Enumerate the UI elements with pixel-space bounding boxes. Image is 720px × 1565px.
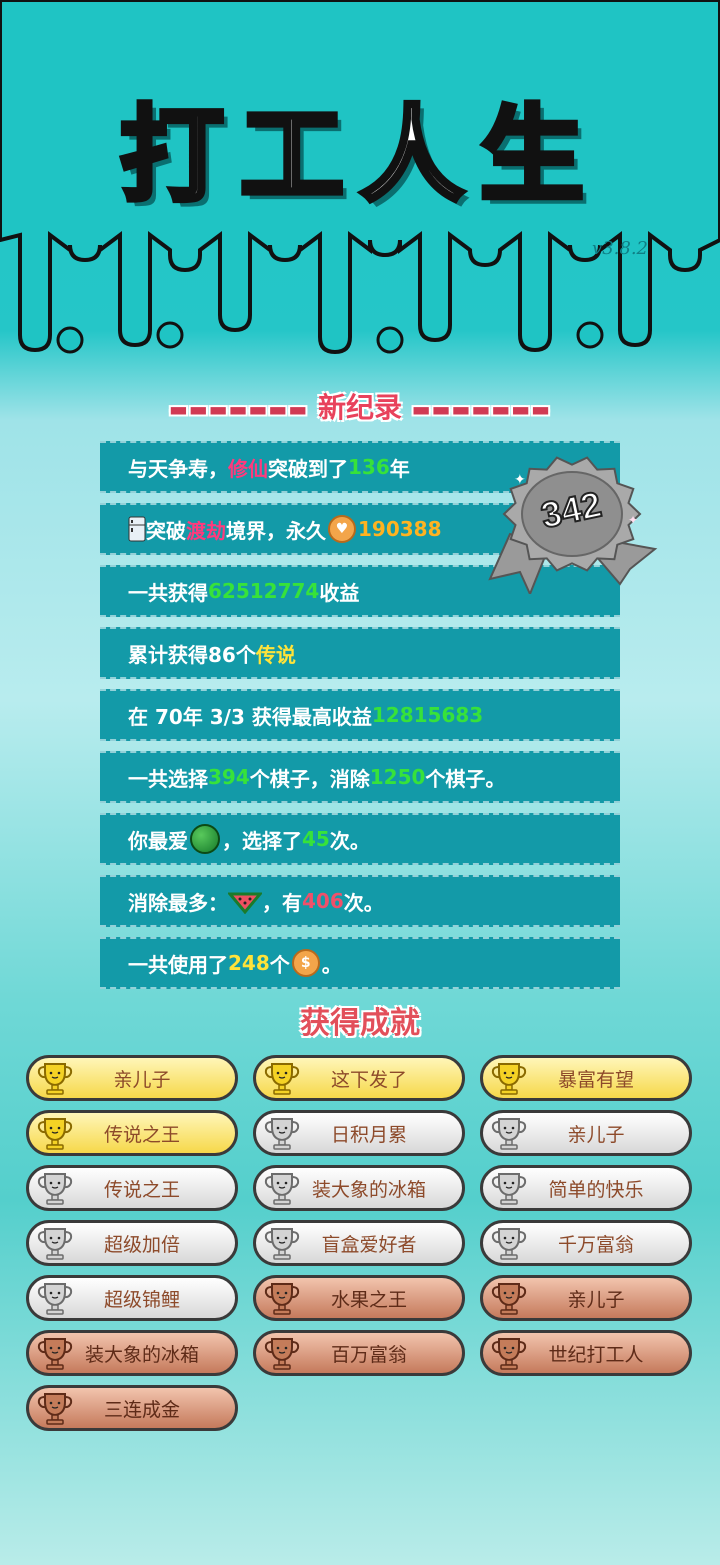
new-record-title: 新纪录 <box>317 391 402 424</box>
trophy-icon <box>264 1283 300 1315</box>
version-label: v3.8.2 <box>592 238 648 259</box>
trophy-icon <box>264 1228 300 1260</box>
achievement-label: 世纪打工人 <box>548 1343 644 1366</box>
achievement-label: 这下发了 <box>330 1068 407 1091</box>
achievement-label: 三连成金 <box>103 1398 180 1421</box>
trophy-icon <box>37 1173 73 1205</box>
trophy-icon <box>491 1063 527 1095</box>
trophy-icon <box>37 1118 73 1150</box>
trophy-icon <box>491 1118 527 1150</box>
achievement-item[interactable]: 三连成金 <box>26 1385 238 1431</box>
achievement-label: 亲儿子 <box>113 1068 171 1091</box>
drip-dot <box>156 321 184 349</box>
trophy-icon <box>264 1118 300 1150</box>
fridge-icon <box>128 516 146 542</box>
svg-text:✦: ✦ <box>628 513 638 527</box>
achievement-item[interactable]: 百万富翁 <box>253 1330 465 1376</box>
svg-text:✦: ✦ <box>514 472 526 488</box>
achievement-label: 亲儿子 <box>567 1123 625 1146</box>
ribbon-badge-icon: 342 ✦ ✦ <box>488 456 658 594</box>
achievement-label: 超级加倍 <box>103 1233 180 1256</box>
trophy-icon <box>491 1338 527 1370</box>
drip-dot <box>56 326 84 354</box>
achievement-label: 日积月累 <box>330 1123 407 1146</box>
achievement-item[interactable]: 装大象的冰箱 <box>253 1165 465 1211</box>
trophy-icon <box>37 1063 73 1095</box>
watermelon-slice-icon <box>228 892 262 914</box>
achievement-item[interactable]: 亲儿子 <box>480 1275 692 1321</box>
trophy-icon <box>491 1173 527 1205</box>
achievement-item[interactable]: 日积月累 <box>253 1110 465 1156</box>
trophy-icon <box>264 1173 300 1205</box>
achievement-item[interactable]: 盲盒爱好者 <box>253 1220 465 1266</box>
record-row-pieces: 一共选择 394 个棋子，消除 1250 个棋子。 <box>100 751 620 803</box>
trophy-icon <box>491 1228 527 1260</box>
achievement-label: 水果之王 <box>330 1288 407 1311</box>
achievement-label: 简单的快乐 <box>548 1178 644 1201</box>
trophy-icon <box>37 1338 73 1370</box>
achievement-label: 装大象的冰箱 <box>84 1343 199 1366</box>
achievement-label: 亲儿子 <box>567 1288 625 1311</box>
achievements-title: 获得成就 <box>300 1006 420 1041</box>
record-row-most-eliminated: 消除最多： ，有 406 次。 <box>100 875 620 927</box>
record-row-coins: 一共使用了 248 个 $ 。 <box>100 937 620 989</box>
achievement-item[interactable]: 超级锦鲤 <box>26 1275 238 1321</box>
trophy-icon <box>264 1063 300 1095</box>
trophy-icon <box>37 1228 73 1260</box>
record-row-favorite: 你最爱 ，选择了 45 次。 <box>100 813 620 865</box>
achievement-item[interactable]: 简单的快乐 <box>480 1165 692 1211</box>
trophy-icon <box>264 1338 300 1370</box>
achievement-label: 传说之王 <box>103 1178 180 1201</box>
trophy-icon <box>37 1393 73 1425</box>
drip-dot <box>376 326 404 354</box>
trophy-icon <box>491 1283 527 1315</box>
achievement-item[interactable]: 超级加倍 <box>26 1220 238 1266</box>
achievement-item[interactable]: 装大象的冰箱 <box>26 1330 238 1376</box>
game-title: 打工人生 <box>117 92 600 219</box>
achievement-item[interactable]: 传说之王 <box>26 1165 238 1211</box>
achievement-item[interactable]: 暴富有望 <box>480 1055 692 1101</box>
achievement-item[interactable]: 千万富翁 <box>480 1220 692 1266</box>
coin-icon: $ <box>291 949 320 977</box>
achievement-label: 百万富翁 <box>330 1343 407 1366</box>
achievement-label: 装大象的冰箱 <box>311 1178 426 1201</box>
achievement-label: 超级锦鲤 <box>103 1288 180 1311</box>
achievement-item[interactable]: 亲儿子 <box>480 1110 692 1156</box>
trophy-icon <box>37 1283 73 1315</box>
new-record-header: ▬▬▬▬▬▬▬ 新纪录 ▬▬▬▬▬▬▬ <box>168 391 552 424</box>
heart-coin-icon: ♥ <box>328 515 356 543</box>
record-row-legend: 累计获得86个 传说 <box>100 627 620 679</box>
record-row-highest-income: 在 70年 3/3 获得最高收益 12815683 <box>100 689 620 741</box>
watermelon-icon <box>190 824 220 854</box>
achievement-item[interactable]: 传说之王 <box>26 1110 238 1156</box>
achievement-item[interactable]: 亲儿子 <box>26 1055 238 1101</box>
achievement-label: 传说之王 <box>103 1123 180 1146</box>
drip-dot <box>576 321 604 349</box>
achievement-item[interactable]: 水果之王 <box>253 1275 465 1321</box>
achievement-item[interactable]: 这下发了 <box>253 1055 465 1101</box>
achievement-label: 千万富翁 <box>557 1233 634 1256</box>
achievement-label: 盲盒爱好者 <box>321 1233 417 1256</box>
achievement-label: 暴富有望 <box>557 1068 634 1091</box>
achievement-item[interactable]: 世纪打工人 <box>480 1330 692 1376</box>
